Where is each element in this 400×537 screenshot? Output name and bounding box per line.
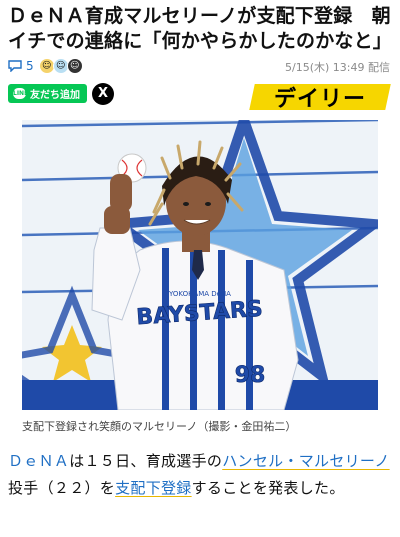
- photo-caption: 支配下登録され笑顔のマルセリーノ（撮影・金田祐二）: [22, 420, 297, 433]
- article-photo[interactable]: YOKOHAMA DeNA BAYSTARS 98: [22, 120, 378, 410]
- body-text-1: は１５日、育成選手の: [69, 452, 223, 470]
- player-link[interactable]: ハンセル・マルセリーノ: [222, 452, 389, 470]
- publisher-logo[interactable]: デイリー: [249, 84, 391, 112]
- publisher-logo-text: デイリー: [273, 87, 366, 112]
- comment-count[interactable]: 5: [26, 59, 34, 73]
- reaction-dark-icon: ☺: [66, 58, 83, 74]
- publish-date: 5/15(木) 13:49 配信: [285, 61, 390, 74]
- action-row: LINE 友だち追加 X デイリー: [8, 83, 392, 112]
- line-button-label: 友だち追加: [30, 90, 80, 101]
- body-text-2: 投手（２２）を: [8, 479, 116, 497]
- line-add-friend-button[interactable]: LINE 友だち追加: [8, 84, 87, 103]
- x-share-button[interactable]: X: [92, 83, 114, 105]
- meta-row: 5 ☺ ☺ ☺ 5/15(木) 13:49 配信: [8, 58, 392, 74]
- line-icon: LINE: [13, 88, 29, 99]
- reaction-avatars: ☺ ☺ ☺: [38, 58, 83, 74]
- body-text-3: することを発表した。: [191, 479, 345, 497]
- team-name: ＤｅＮＡ: [8, 452, 70, 470]
- article-body: ＤｅＮＡは１５日、育成選手のハンセル・マルセリーノ投手（２２）を支配下登録するこ…: [8, 448, 394, 502]
- article-headline: ＤｅＮＡ育成マルセリーノが支配下登録 朝イチでの連絡に「何かやらかしたのかなと」: [8, 5, 393, 52]
- jersey-number-text: 98: [235, 363, 266, 388]
- registration-link[interactable]: 支配下登録: [115, 479, 192, 497]
- player-photo-illustration: YOKOHAMA DeNA BAYSTARS 98: [22, 120, 378, 410]
- comment-icon[interactable]: [8, 60, 22, 72]
- jersey-brand-text: YOKOHAMA DeNA: [168, 290, 231, 298]
